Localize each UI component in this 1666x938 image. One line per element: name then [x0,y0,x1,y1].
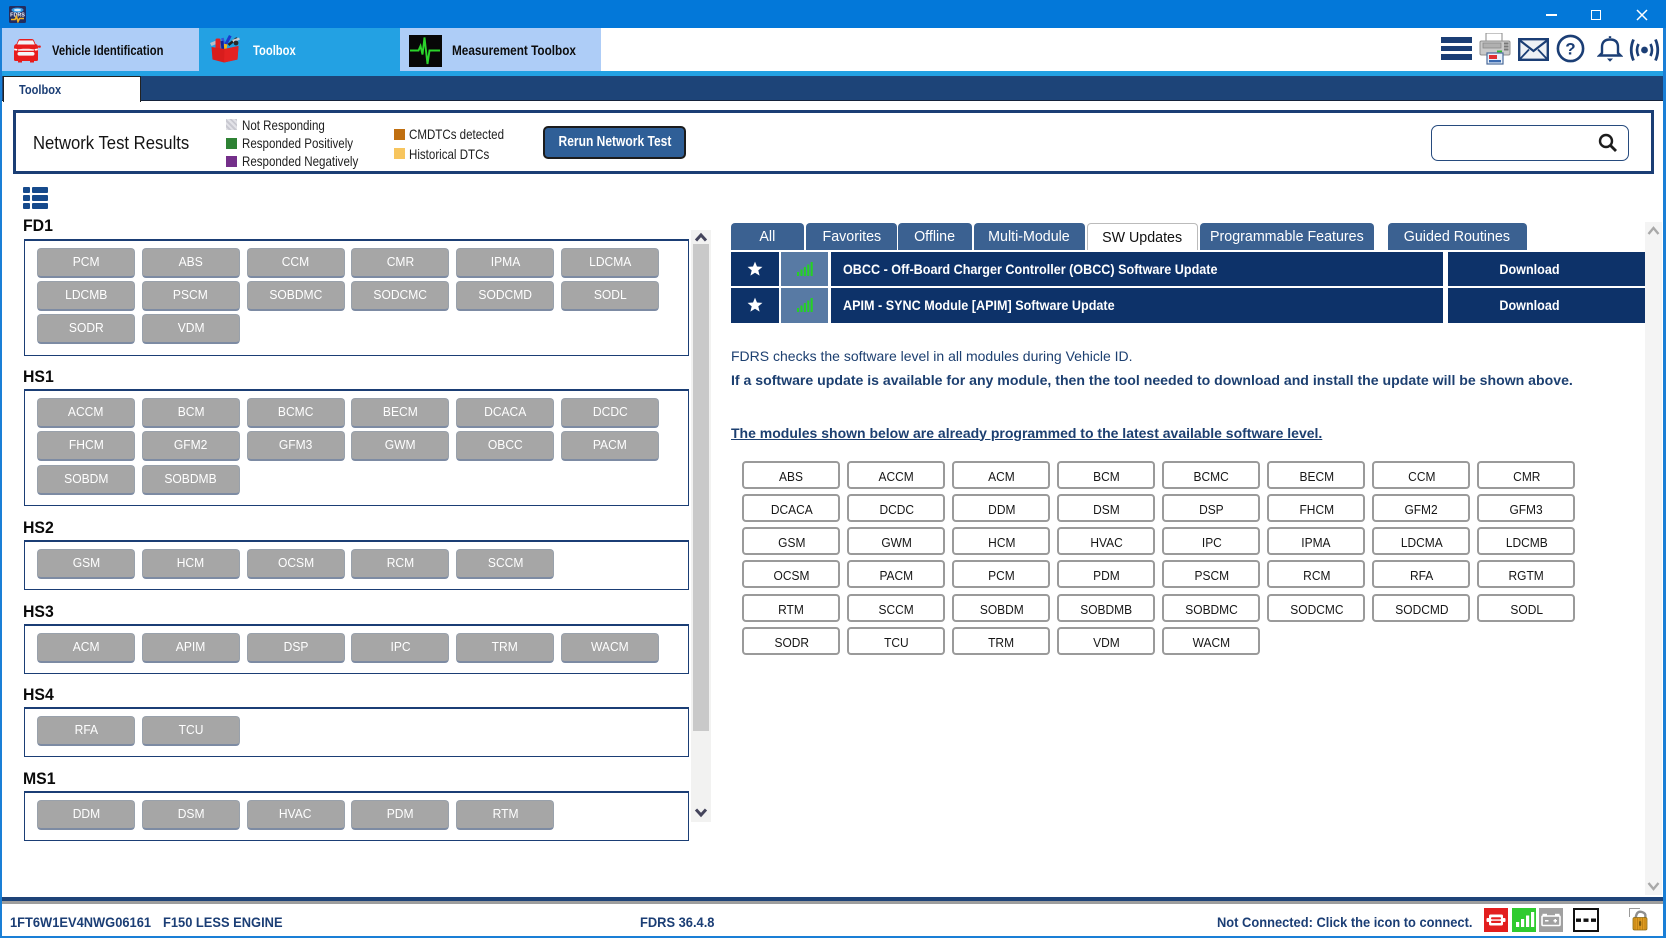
svg-text:FDRS: FDRS [10,13,25,19]
svg-text:?: ? [1565,40,1575,59]
